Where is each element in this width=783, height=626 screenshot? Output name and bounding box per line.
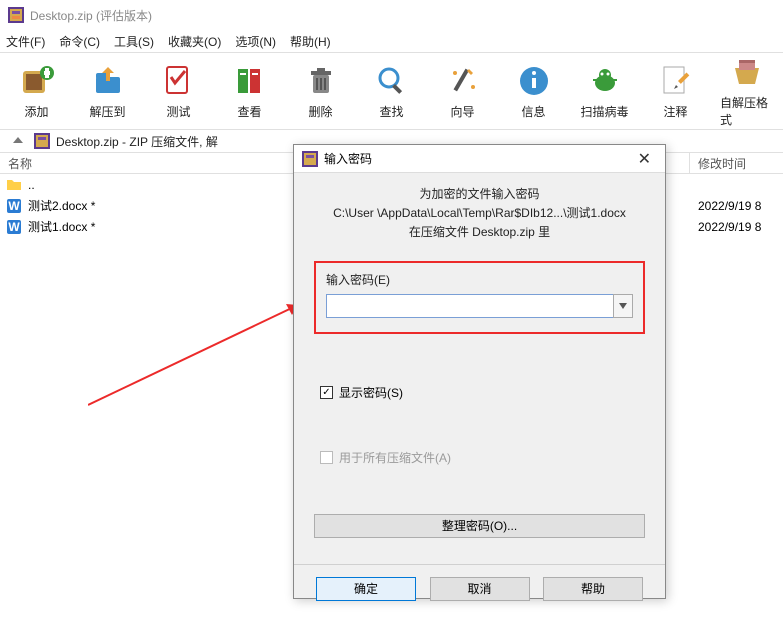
password-dropdown-icon[interactable] [613, 294, 633, 318]
show-password-checkbox[interactable]: ✓ 显示密码(S) [320, 384, 645, 401]
window-titlebar: Desktop.zip (评估版本) [0, 0, 783, 30]
dialog-message: 为加密的文件输入密码 C:\User \AppData\Local\Temp\R… [314, 185, 645, 243]
tool-test[interactable]: 测试 [152, 63, 205, 120]
menu-tools[interactable]: 工具(S) [114, 33, 154, 50]
password-label: 输入密码(E) [326, 271, 633, 288]
app-icon [8, 7, 24, 23]
nav-up-icon[interactable] [8, 132, 28, 150]
docx-icon: W [6, 198, 22, 214]
close-icon[interactable]: ✕ [632, 149, 657, 169]
dialog-titlebar: 输入密码 ✕ [294, 145, 665, 173]
app-icon [302, 151, 318, 167]
password-input[interactable] [326, 294, 613, 318]
col-header-time[interactable]: 修改时间 [690, 153, 783, 173]
separator [294, 564, 665, 565]
svg-text:W: W [8, 220, 20, 234]
menu-file[interactable]: 文件(F) [6, 33, 45, 50]
ok-button[interactable]: 确定 [316, 577, 416, 601]
menu-favorites[interactable]: 收藏夹(O) [168, 33, 221, 50]
checkbox-unchecked-icon [320, 451, 333, 464]
window-title: Desktop.zip (评估版本) [30, 7, 152, 24]
organize-passwords-button[interactable]: 整理密码(O)... [314, 514, 645, 538]
tool-extract[interactable]: 解压到 [81, 63, 134, 120]
tool-scan[interactable]: 扫描病毒 [578, 63, 631, 120]
tool-view[interactable]: 查看 [223, 63, 276, 120]
docx-icon: W [6, 219, 22, 235]
help-button[interactable]: 帮助 [543, 577, 643, 601]
password-dialog: 输入密码 ✕ 为加密的文件输入密码 C:\User \AppData\Local… [293, 144, 666, 599]
tool-delete[interactable]: 删除 [294, 63, 347, 120]
archive-icon [34, 133, 50, 149]
tool-sfx[interactable]: 自解压格式 [720, 54, 773, 128]
cancel-button[interactable]: 取消 [430, 577, 530, 601]
tool-comment[interactable]: 注释 [649, 63, 702, 120]
password-input-highlight: 输入密码(E) [314, 261, 645, 334]
all-archives-checkbox: 用于所有压缩文件(A) [320, 449, 645, 466]
dialog-title: 输入密码 [324, 150, 372, 167]
tool-find[interactable]: 查找 [365, 63, 418, 120]
folder-icon [6, 177, 22, 193]
menu-help[interactable]: 帮助(H) [290, 33, 331, 50]
svg-text:W: W [8, 199, 20, 213]
menu-command[interactable]: 命令(C) [59, 33, 100, 50]
menu-options[interactable]: 选项(N) [235, 33, 276, 50]
tool-info[interactable]: 信息 [507, 63, 560, 120]
tool-wizard[interactable]: 向导 [436, 63, 489, 120]
tool-add[interactable]: 添加 [10, 63, 63, 120]
menubar: 文件(F) 命令(C) 工具(S) 收藏夹(O) 选项(N) 帮助(H) [0, 30, 783, 52]
path-text[interactable]: Desktop.zip - ZIP 压缩文件, 解 [56, 133, 218, 150]
toolbar: 添加 解压到 测试 查看 删除 查找 向导 信息 扫描病毒 注释 自解压格式 [0, 52, 783, 130]
checkbox-checked-icon: ✓ [320, 386, 333, 399]
